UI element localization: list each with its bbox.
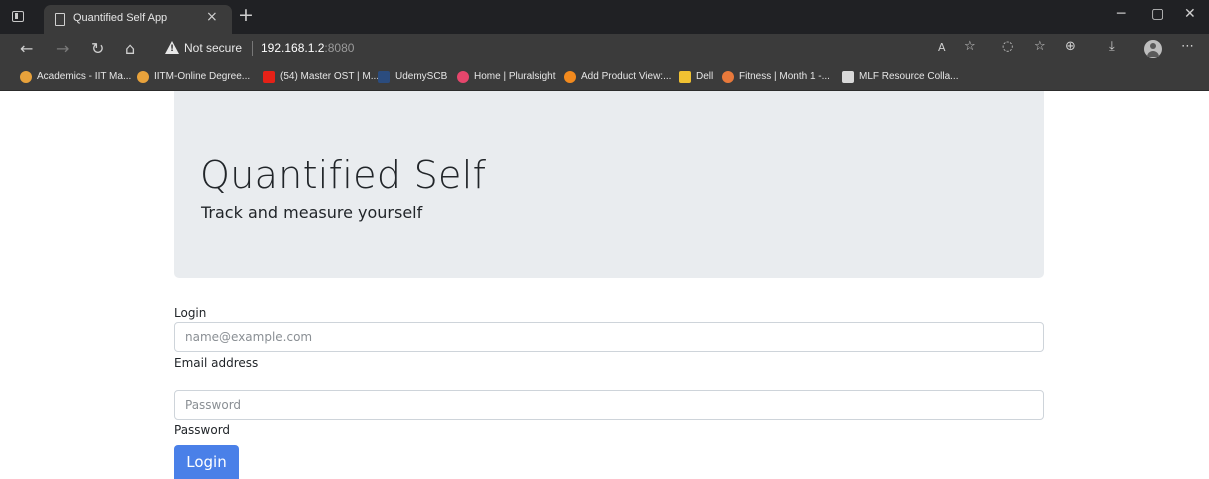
page-icon [55,13,65,26]
email-label: Email address [174,356,259,370]
password-input[interactable] [174,390,1044,420]
bookmark-label: Fitness | Month 1 -... [739,71,830,82]
bookmark-label: Add Product View:... [581,71,672,82]
tab-actions-icon[interactable] [12,11,24,22]
bookmark-favicon-icon [378,71,390,83]
bookmark-favicon-icon [137,71,149,83]
bookmark-favicon-icon [20,71,32,83]
bookmark-label: Academics - IIT Ma... [37,71,132,82]
reload-icon[interactable]: ↻ [91,39,104,58]
youtube-icon [263,71,275,83]
more-options-icon[interactable]: ⋯ [1181,39,1194,54]
tab-title: Quantified Self App [73,12,168,24]
minimize-icon[interactable]: ─ [1117,6,1125,22]
bookmark-favicon-icon [722,71,734,83]
page-subtitle: Track and measure yourself [201,203,423,222]
bookmark-label: MLF Resource Colla... [859,71,959,82]
form-heading: Login [174,306,207,320]
bookmarks-bar: Academics - IIT Ma... IITM-Online Degree… [0,64,1209,91]
close-window-icon[interactable]: ✕ [1184,6,1196,22]
hero-banner: Quantified Self Track and measure yourse… [174,91,1044,278]
folder-icon [679,71,691,83]
bookmark-label: Home | Pluralsight [474,71,556,82]
url-text[interactable]: 192.168.1.2:8080 [261,41,354,55]
bookmark-label: (54) Master OST | M... [280,71,380,82]
forward-icon[interactable]: → [56,39,69,58]
home-icon[interactable]: ⌂ [125,39,135,58]
downloads-icon[interactable]: ⤓ [1109,39,1115,54]
security-label[interactable]: Not secure [184,41,242,55]
back-icon[interactable]: ← [20,39,33,58]
warning-icon[interactable] [165,41,179,54]
pluralsight-icon [457,71,469,83]
close-tab-icon[interactable]: × [206,9,218,25]
bookmark-favicon-icon [842,71,854,83]
login-button[interactable]: Login [174,445,239,479]
page-title: Quantified Self [200,153,487,197]
bookmark-label: UdemySCB [395,71,448,82]
bookmark-favicon-icon [564,71,576,83]
url-host: 192.168.1.2 [261,41,325,55]
tab-strip: Quantified Self App × + ─ ▢ ✕ [0,0,1209,34]
bookmark-label: Dell [696,71,714,82]
divider [252,41,253,56]
password-label: Password [174,423,231,437]
address-toolbar: ← → ↻ ⌂ Not secure 192.168.1.2:8080 [0,34,1209,64]
restore-icon[interactable]: ▢ [1151,6,1164,22]
favorites-icon[interactable]: ☆ [1034,39,1046,54]
extensions-icon[interactable]: ◌ [1002,39,1013,54]
url-port: :8080 [324,41,355,55]
bookmark-label: IITM-Online Degree... [154,71,251,82]
read-aloud-icon[interactable]: A [938,41,946,54]
collections-icon[interactable]: ⊕ [1065,39,1076,54]
profile-avatar-icon[interactable] [1144,40,1162,58]
email-input[interactable] [174,322,1044,352]
browser-tab-active[interactable]: Quantified Self App × [44,5,232,34]
favorite-add-icon[interactable]: ☆ [964,39,976,54]
new-tab-icon[interactable]: + [238,4,254,26]
